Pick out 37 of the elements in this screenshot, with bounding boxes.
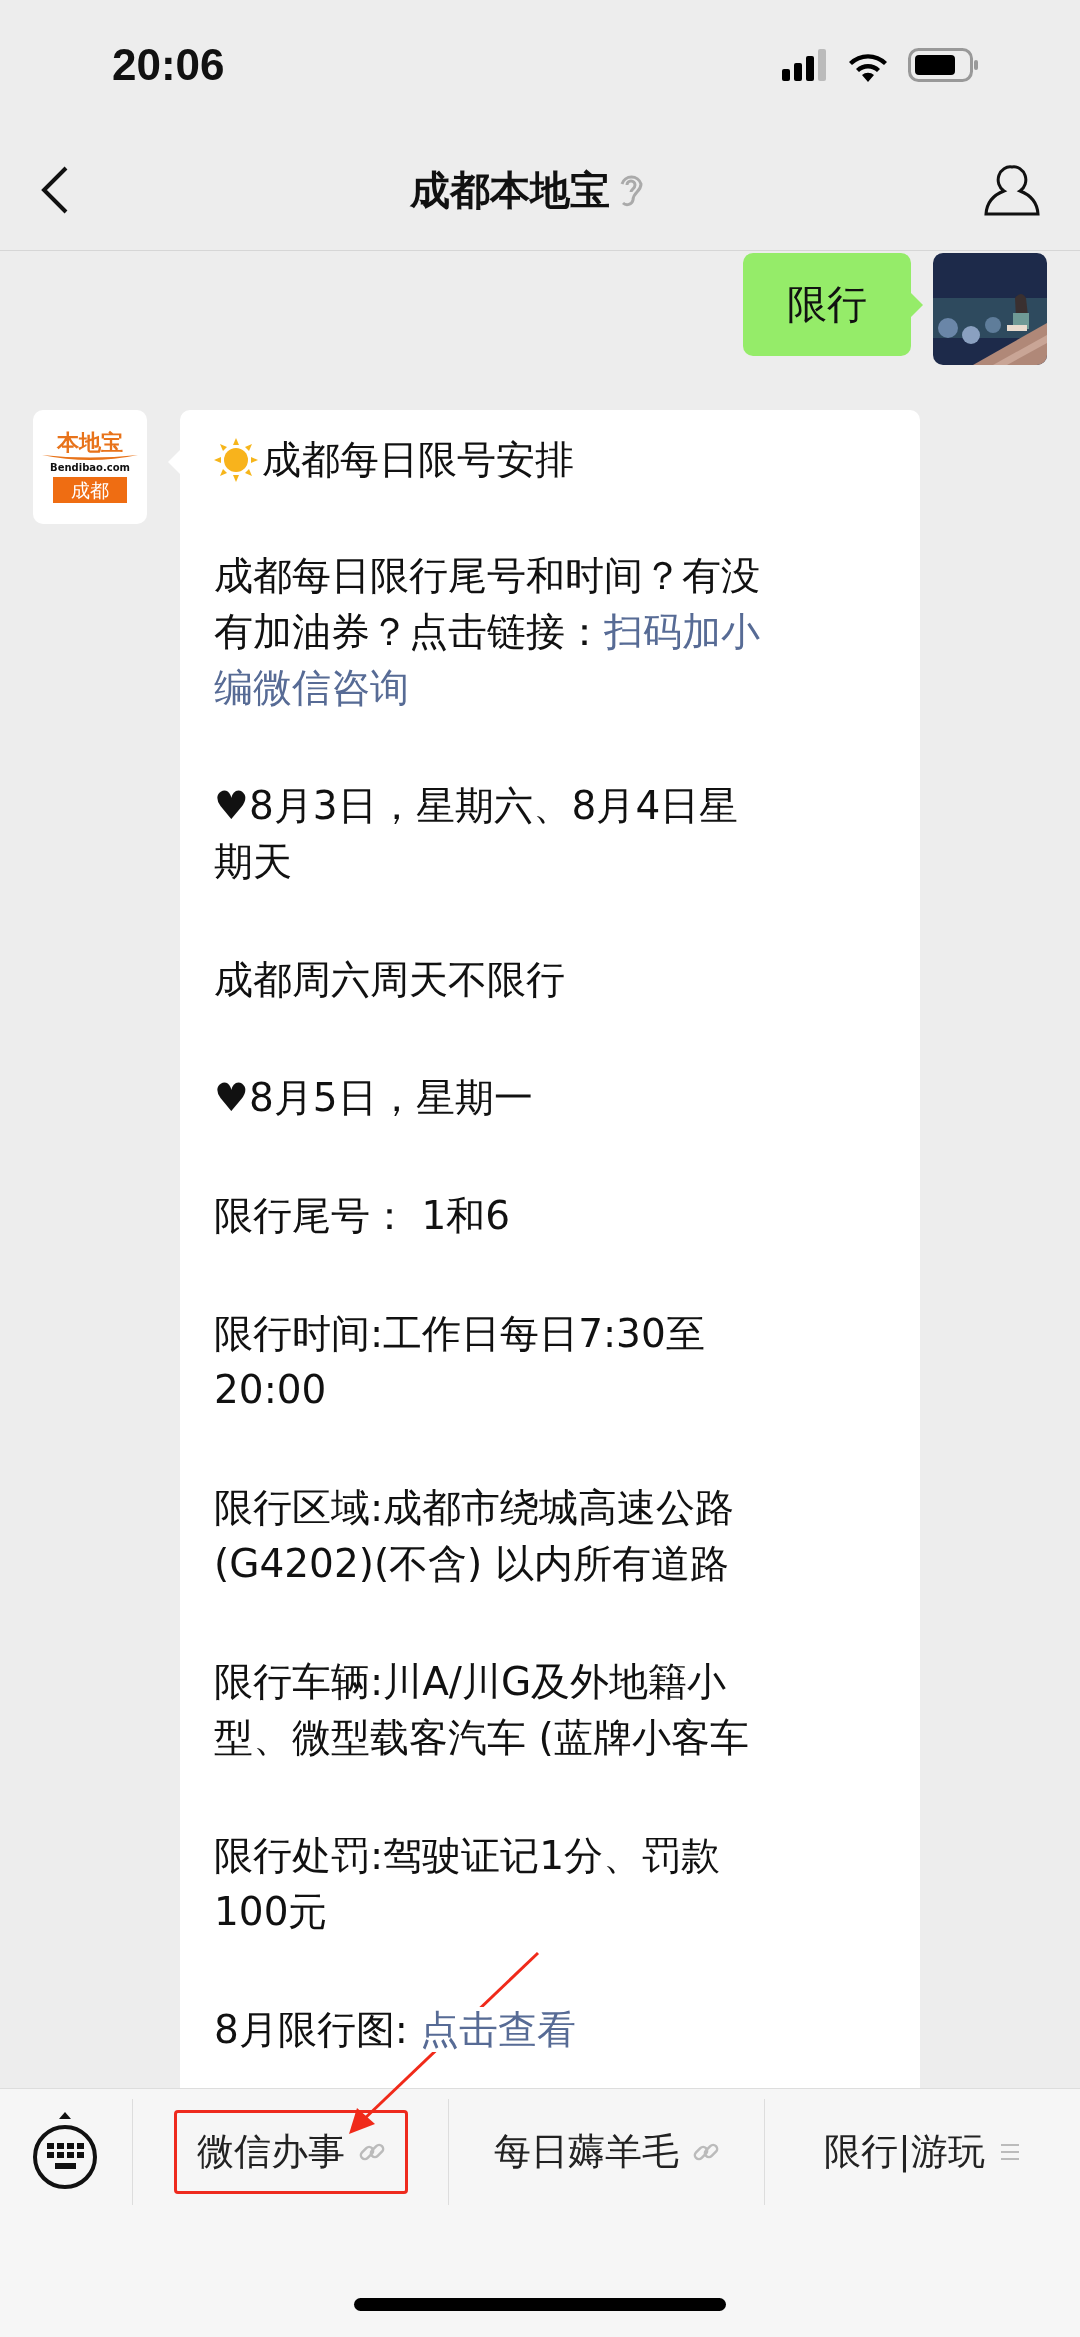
sun-icon <box>214 438 258 482</box>
signal-icon <box>782 49 828 81</box>
profile-icon[interactable] <box>984 164 1040 216</box>
logo-city: 成都 <box>53 477 127 503</box>
message-text: (G4202)(不含) 以内所有道路 <box>214 1541 729 1586</box>
message-text: 限行区域:成都市绕城高速公路 <box>214 1485 735 1530</box>
chat-title: 成都本地宝 <box>410 165 610 215</box>
message-text: 成都每日限行尾号和时间？有没 <box>214 553 760 598</box>
message-text: 限行时间:工作日每日7:30至 <box>214 1311 705 1356</box>
back-icon[interactable] <box>40 165 70 215</box>
message-text: 限行尾号： 1和6 <box>214 1193 511 1238</box>
logo-brand: 本地宝 <box>57 431 123 455</box>
message-text: 100元 <box>214 1889 328 1934</box>
bubble-tail <box>911 293 923 317</box>
menu-button[interactable]: 每日薅羊毛 <box>471 2109 742 2194</box>
menu-button[interactable]: 限行|游玩 <box>801 2109 1044 2194</box>
logo-domain: Bendibao.com <box>50 461 130 475</box>
message-text: 20:00 <box>214 1367 327 1412</box>
message-text: 8月限行图: <box>214 2007 409 2052</box>
message-text: 有加油券？点击链接： <box>214 609 604 654</box>
battery-icon <box>908 48 980 82</box>
sent-message: 限行 <box>743 253 911 356</box>
list-icon <box>998 2141 1021 2162</box>
message-text: 期天 <box>214 839 292 884</box>
message-text: 型、微型载客汽车 (蓝牌小客车 <box>214 1715 749 1760</box>
menu-button[interactable]: 微信办事 <box>173 2109 408 2194</box>
message-link[interactable]: 编微信咨询 <box>214 665 409 710</box>
keyboard-icon[interactable] <box>30 2111 100 2192</box>
message-link[interactable]: 点击查看 <box>420 2007 577 2052</box>
swoosh-icon <box>42 453 138 461</box>
message-text: ♥8月5日，星期一 <box>214 1075 533 1120</box>
message-text: 成都周六周天不限行 <box>214 957 565 1002</box>
message-text: 限行处罚:驾驶证记1分、罚款 <box>214 1833 720 1878</box>
message-title: 成都每日限号安排 <box>262 436 574 484</box>
status-time: 20:06 <box>112 40 225 90</box>
message-text: ♥8月3日，星期六、8月4日星 <box>214 783 739 828</box>
message-text: 限行车辆:川A/川G及外地籍小 <box>214 1659 727 1704</box>
